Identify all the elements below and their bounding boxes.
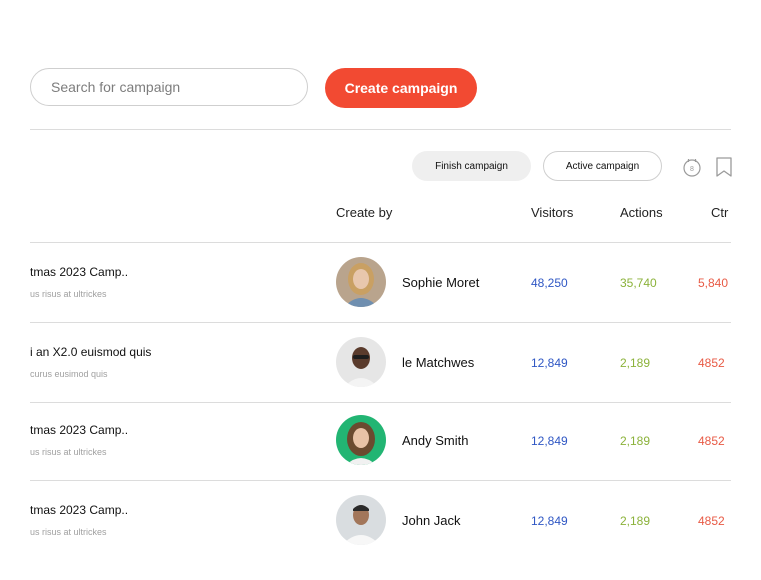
campaign-title: tmas 2023 Camp.. <box>30 265 129 279</box>
visitors-value: 48,250 <box>531 276 568 290</box>
table-row[interactable]: tmas 2023 Camp.. us risus at ultrickes J… <box>0 481 761 561</box>
avatar <box>336 337 386 387</box>
ctr-value: 4852 <box>698 514 725 528</box>
calendar-icon[interactable]: 8 <box>682 156 702 178</box>
ctr-value: 5,840 <box>698 276 729 290</box>
create-campaign-button[interactable]: Create campaign <box>325 68 477 108</box>
visitors-value: 12,849 <box>531 514 568 528</box>
table-row[interactable]: tmas 2023 Camp.. us risus at ultrickes A… <box>0 403 761 483</box>
visitors-value: 12,849 <box>531 356 568 370</box>
active-campaign-filter[interactable]: Active campaign <box>543 151 662 181</box>
creator-name: le Matchwes <box>402 355 475 370</box>
campaign-subtitle: us risus at ultrickes <box>30 527 107 537</box>
avatar <box>336 257 386 307</box>
header-actions: Actions <box>620 205 663 220</box>
campaign-title: tmas 2023 Camp.. <box>30 423 129 437</box>
campaign-subtitle: us risus at ultrickes <box>30 289 107 299</box>
campaign-title: i an X2.0 euismod quis <box>30 345 152 359</box>
ctr-value: 4852 <box>698 434 725 448</box>
ctr-value: 4852 <box>698 356 725 370</box>
table-row[interactable]: tmas 2023 Camp.. us risus at ultrickes S… <box>0 243 761 323</box>
bookmark-icon[interactable] <box>714 156 734 178</box>
creator-name: John Jack <box>402 513 461 528</box>
avatar <box>336 495 386 545</box>
header-create-by: Create by <box>336 205 393 220</box>
visitors-value: 12,849 <box>531 434 568 448</box>
campaign-subtitle: curus eusimod quis <box>30 369 108 379</box>
svg-text:8: 8 <box>690 166 694 173</box>
header-visitors: Visitors <box>531 205 574 220</box>
divider <box>30 129 731 130</box>
avatar <box>336 415 386 465</box>
table-row[interactable]: i an X2.0 euismod quis curus eusimod qui… <box>0 323 761 403</box>
actions-value: 2,189 <box>620 356 651 370</box>
campaign-title: tmas 2023 Camp.. <box>30 503 129 517</box>
creator-name: Andy Smith <box>402 433 469 448</box>
campaign-subtitle: us risus at ultrickes <box>30 447 107 457</box>
actions-value: 35,740 <box>620 276 657 290</box>
header-ctr: Ctr <box>711 205 729 220</box>
actions-value: 2,189 <box>620 434 651 448</box>
actions-value: 2,189 <box>620 514 651 528</box>
search-input[interactable] <box>30 68 308 106</box>
creator-name: Sophie Moret <box>402 275 480 290</box>
finish-campaign-filter[interactable]: Finish campaign <box>412 151 531 181</box>
